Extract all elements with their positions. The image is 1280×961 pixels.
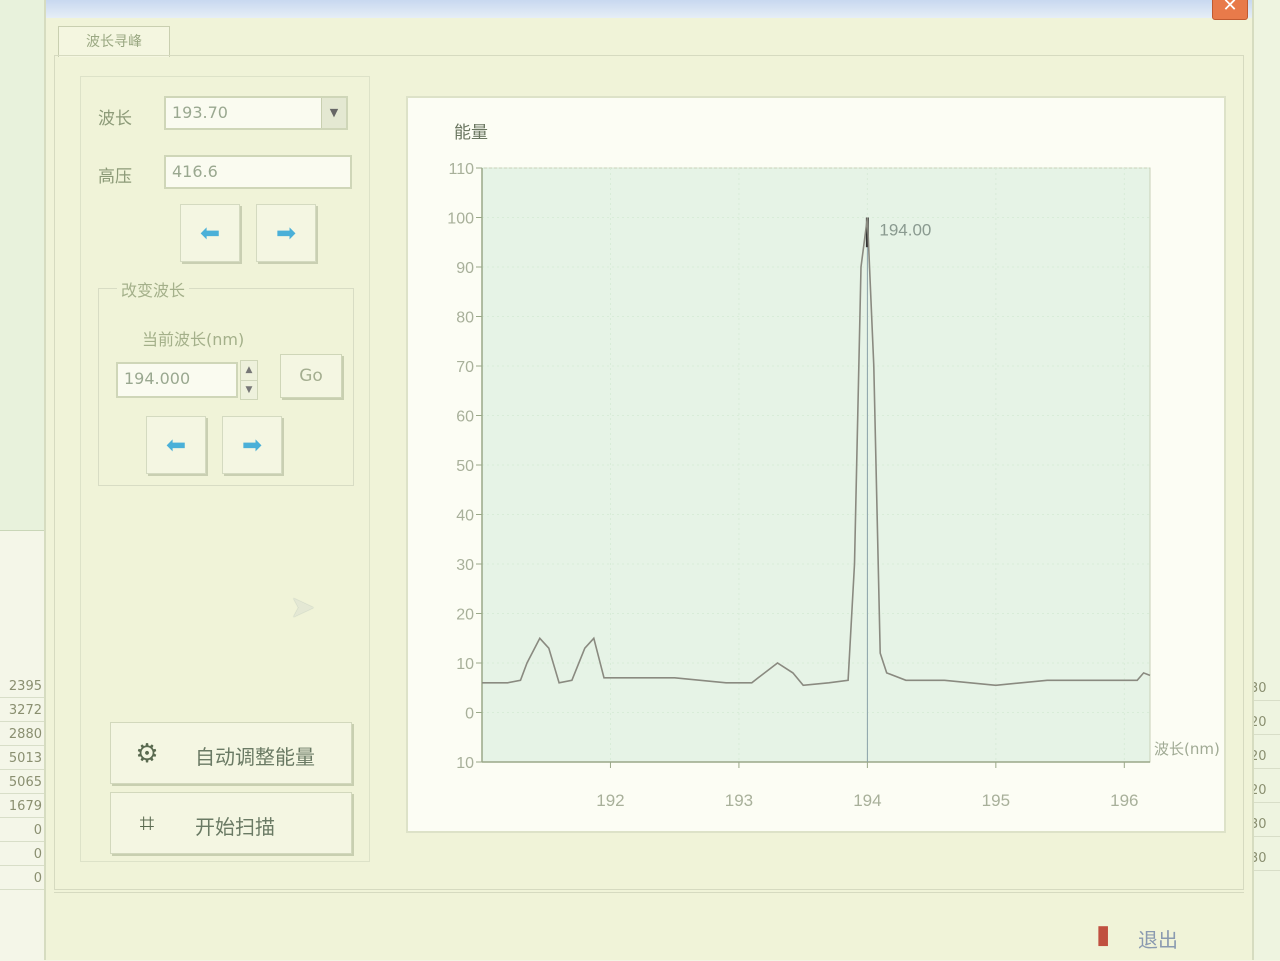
background-cell: 0 (0, 868, 44, 890)
wavelength-right-button[interactable]: ➡ (222, 416, 282, 474)
y-tick-label: 90 (456, 260, 474, 277)
energy-adjust-icon: ⚙ (135, 739, 159, 769)
y-axis-label: 能量 (454, 123, 488, 143)
wavelength-left-button[interactable]: ⬅ (146, 416, 206, 474)
spin-up-icon[interactable]: ▲ (241, 361, 257, 381)
y-tick-label: 60 (456, 409, 474, 426)
background-cell: 30 (1250, 848, 1280, 871)
exit-icon: ▮ (1096, 920, 1111, 950)
chevron-down-icon[interactable]: ▼ (321, 98, 346, 128)
y-tick-label: 10 (456, 656, 474, 673)
background-cell: 30 (1250, 678, 1280, 701)
background-cell: 2880 (0, 724, 44, 746)
y-tick-label: 30 (456, 557, 474, 574)
background-cell: 20 (1250, 712, 1280, 735)
x-tick-label: 192 (596, 791, 624, 810)
background-cell: 5065 (0, 772, 44, 794)
background-cell: 20 (1250, 746, 1280, 769)
left-arrow-icon: ⬅ (199, 219, 221, 247)
left-arrow-icon: ⬅ (165, 431, 187, 459)
x-tick-label: 193 (725, 791, 753, 810)
voltage-label: 高压 (98, 167, 132, 187)
voltage-right-button[interactable]: ➡ (256, 204, 316, 262)
background-cell: 0 (0, 844, 44, 866)
close-icon: ✕ (1222, 0, 1238, 16)
scan-icon: ⌗ (139, 809, 155, 839)
current-wavelength-value: 194.000 (124, 369, 191, 388)
wavelength-label: 波长 (98, 109, 132, 129)
spin-down-icon[interactable]: ▼ (241, 381, 257, 400)
title-bar: ✕ (46, 0, 1252, 20)
voltage-field[interactable]: 416.6 (164, 155, 352, 189)
y-tick-label: 10 (456, 755, 474, 772)
start-scan-label: 开始扫描 (195, 815, 275, 839)
start-scan-button[interactable]: ⌗ 开始扫描 (110, 792, 352, 854)
background-cell: 2395 (0, 676, 44, 698)
background-cell: 20 (1250, 780, 1280, 803)
background-cell: 3272 (0, 700, 44, 722)
tab-wavelength-peak[interactable]: 波长寻峰 (58, 26, 170, 57)
y-tick-label: 80 (456, 310, 474, 327)
y-tick-label: 20 (456, 607, 474, 624)
x-axis-label: 波长(nm) (1154, 740, 1220, 758)
background-cell: 1679 (0, 796, 44, 818)
auto-adjust-energy-button[interactable]: ⚙ 自动调整能量 (110, 722, 352, 784)
background-cell: 5013 (0, 748, 44, 770)
bottom-bar (54, 892, 1244, 957)
current-wavelength-label: 当前波长(nm) (142, 330, 245, 349)
x-tick-label: 196 (1110, 791, 1138, 810)
y-tick-label: 110 (448, 161, 474, 178)
wavelength-spinner[interactable]: ▲ ▼ (240, 360, 258, 400)
auto-adjust-label: 自动调整能量 (195, 745, 315, 769)
voltage-value: 416.6 (172, 162, 218, 181)
x-tick-label: 195 (982, 791, 1010, 810)
energy-chart-frame: 110 100 90 80 70 60 50 40 30 20 10 0 10 192 193 194 195 1… (406, 96, 1226, 833)
y-tick-label: 70 (456, 359, 474, 376)
voltage-left-button[interactable]: ⬅ (180, 204, 240, 262)
background-cell: 0 (0, 820, 44, 842)
y-tick-label: 40 (456, 508, 474, 525)
wavelength-value: 193.70 (172, 103, 228, 122)
right-arrow-icon: ➡ (241, 431, 263, 459)
wavelength-combo[interactable]: 193.70 ▼ (164, 96, 348, 130)
energy-chart: 110100908070605040302010010192 193 194 195 1… (447, 123, 1220, 810)
right-arrow-icon: ➡ (275, 219, 297, 247)
background-window-left: 2395 3272 2880 5013 5065 1679 0 0 0 (0, 0, 44, 961)
y-tick-label: 0 (465, 706, 474, 723)
wavelength-peak-dialog: ✕ 波长寻峰 波长 193.70 ▼ 高压 416.6 ⬅ ➡ 改变波长 当前波… (44, 0, 1254, 960)
peak-marker-label: 194.00 (879, 221, 931, 240)
background-cell: 30 (1250, 814, 1280, 837)
go-button[interactable]: Go (280, 354, 342, 398)
exit-label: 退出 (1138, 928, 1178, 952)
group-title: 改变波长 (117, 277, 190, 301)
y-tick-label: 100 (447, 211, 474, 228)
mouse-cursor-icon: ➤ (290, 590, 316, 625)
y-tick-label: 50 (456, 458, 474, 475)
exit-button[interactable]: ▮ 退出 (1096, 920, 1196, 958)
close-button[interactable]: ✕ (1212, 0, 1248, 20)
x-tick-label: 194 (853, 791, 881, 810)
current-wavelength-input[interactable]: 194.000 (116, 362, 238, 398)
background-window-right: 30 20 20 20 30 30 (1250, 0, 1280, 960)
